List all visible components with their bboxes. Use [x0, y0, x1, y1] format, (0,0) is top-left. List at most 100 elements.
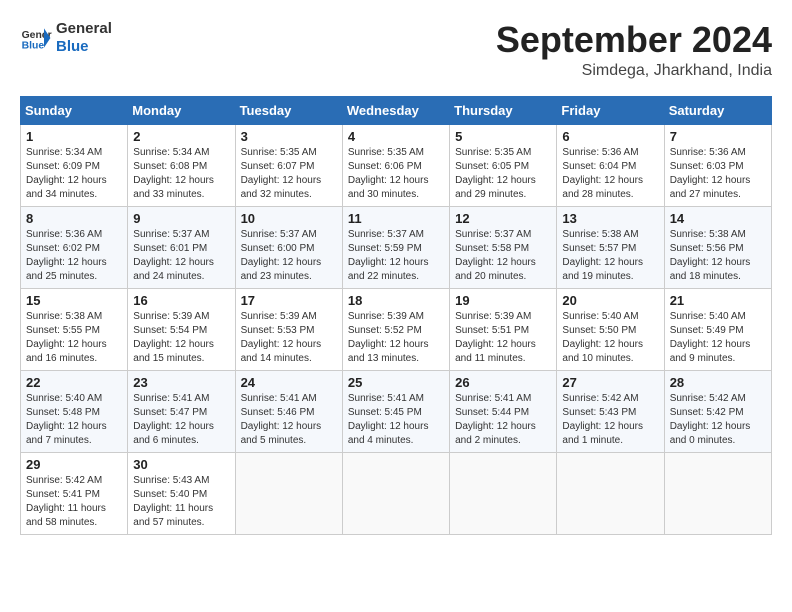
- header-saturday: Saturday: [664, 96, 771, 124]
- day-number: 4: [348, 129, 444, 144]
- day-number: 12: [455, 211, 551, 226]
- cell-info: Sunrise: 5:35 AMSunset: 6:05 PMDaylight:…: [455, 147, 536, 200]
- cell-info: Sunrise: 5:42 AMSunset: 5:42 PMDaylight:…: [670, 393, 751, 446]
- calendar-cell: 4 Sunrise: 5:35 AMSunset: 6:06 PMDayligh…: [342, 124, 449, 206]
- calendar-cell: 10 Sunrise: 5:37 AMSunset: 6:00 PMDaylig…: [235, 206, 342, 288]
- day-number: 3: [241, 129, 337, 144]
- calendar-cell: 29 Sunrise: 5:42 AMSunset: 5:41 PMDaylig…: [21, 452, 128, 534]
- cell-info: Sunrise: 5:43 AMSunset: 5:40 PMDaylight:…: [133, 475, 213, 528]
- calendar-cell: 12 Sunrise: 5:37 AMSunset: 5:58 PMDaylig…: [450, 206, 557, 288]
- title-block: September 2024 Simdega, Jharkhand, India: [496, 20, 772, 80]
- calendar-cell: 13 Sunrise: 5:38 AMSunset: 5:57 PMDaylig…: [557, 206, 664, 288]
- cell-info: Sunrise: 5:37 AMSunset: 6:00 PMDaylight:…: [241, 229, 322, 282]
- header-thursday: Thursday: [450, 96, 557, 124]
- cell-info: Sunrise: 5:34 AMSunset: 6:09 PMDaylight:…: [26, 147, 107, 200]
- day-number: 17: [241, 293, 337, 308]
- calendar-cell: 15 Sunrise: 5:38 AMSunset: 5:55 PMDaylig…: [21, 288, 128, 370]
- calendar-body: 1 Sunrise: 5:34 AMSunset: 6:09 PMDayligh…: [21, 124, 772, 534]
- cell-info: Sunrise: 5:34 AMSunset: 6:08 PMDaylight:…: [133, 147, 214, 200]
- cell-info: Sunrise: 5:35 AMSunset: 6:07 PMDaylight:…: [241, 147, 322, 200]
- day-number: 14: [670, 211, 766, 226]
- cell-info: Sunrise: 5:37 AMSunset: 6:01 PMDaylight:…: [133, 229, 214, 282]
- calendar-header-row: SundayMondayTuesdayWednesdayThursdayFrid…: [21, 96, 772, 124]
- cell-info: Sunrise: 5:42 AMSunset: 5:43 PMDaylight:…: [562, 393, 643, 446]
- day-number: 22: [26, 375, 122, 390]
- week-row-5: 29 Sunrise: 5:42 AMSunset: 5:41 PMDaylig…: [21, 452, 772, 534]
- calendar-cell: 22 Sunrise: 5:40 AMSunset: 5:48 PMDaylig…: [21, 370, 128, 452]
- day-number: 15: [26, 293, 122, 308]
- cell-info: Sunrise: 5:40 AMSunset: 5:48 PMDaylight:…: [26, 393, 107, 446]
- calendar-cell: 23 Sunrise: 5:41 AMSunset: 5:47 PMDaylig…: [128, 370, 235, 452]
- logo-blue-text: Blue: [56, 38, 89, 55]
- day-number: 19: [455, 293, 551, 308]
- cell-info: Sunrise: 5:37 AMSunset: 5:59 PMDaylight:…: [348, 229, 429, 282]
- calendar-cell: 24 Sunrise: 5:41 AMSunset: 5:46 PMDaylig…: [235, 370, 342, 452]
- calendar-cell: 25 Sunrise: 5:41 AMSunset: 5:45 PMDaylig…: [342, 370, 449, 452]
- calendar-cell: [450, 452, 557, 534]
- calendar-cell: 1 Sunrise: 5:34 AMSunset: 6:09 PMDayligh…: [21, 124, 128, 206]
- cell-info: Sunrise: 5:39 AMSunset: 5:53 PMDaylight:…: [241, 311, 322, 364]
- calendar-cell: 20 Sunrise: 5:40 AMSunset: 5:50 PMDaylig…: [557, 288, 664, 370]
- header-sunday: Sunday: [21, 96, 128, 124]
- cell-info: Sunrise: 5:42 AMSunset: 5:41 PMDaylight:…: [26, 475, 106, 528]
- cell-info: Sunrise: 5:41 AMSunset: 5:46 PMDaylight:…: [241, 393, 322, 446]
- calendar-cell: 3 Sunrise: 5:35 AMSunset: 6:07 PMDayligh…: [235, 124, 342, 206]
- calendar-table: SundayMondayTuesdayWednesdayThursdayFrid…: [20, 96, 772, 535]
- cell-info: Sunrise: 5:39 AMSunset: 5:54 PMDaylight:…: [133, 311, 214, 364]
- calendar-cell: 16 Sunrise: 5:39 AMSunset: 5:54 PMDaylig…: [128, 288, 235, 370]
- day-number: 8: [26, 211, 122, 226]
- logo: General Blue General Blue: [20, 20, 112, 56]
- cell-info: Sunrise: 5:35 AMSunset: 6:06 PMDaylight:…: [348, 147, 429, 200]
- calendar-cell: 17 Sunrise: 5:39 AMSunset: 5:53 PMDaylig…: [235, 288, 342, 370]
- cell-info: Sunrise: 5:38 AMSunset: 5:55 PMDaylight:…: [26, 311, 107, 364]
- week-row-1: 1 Sunrise: 5:34 AMSunset: 6:09 PMDayligh…: [21, 124, 772, 206]
- day-number: 23: [133, 375, 229, 390]
- cell-info: Sunrise: 5:38 AMSunset: 5:56 PMDaylight:…: [670, 229, 751, 282]
- calendar-cell: 27 Sunrise: 5:42 AMSunset: 5:43 PMDaylig…: [557, 370, 664, 452]
- calendar-cell: 6 Sunrise: 5:36 AMSunset: 6:04 PMDayligh…: [557, 124, 664, 206]
- calendar-cell: 5 Sunrise: 5:35 AMSunset: 6:05 PMDayligh…: [450, 124, 557, 206]
- cell-info: Sunrise: 5:41 AMSunset: 5:45 PMDaylight:…: [348, 393, 429, 446]
- calendar-cell: 11 Sunrise: 5:37 AMSunset: 5:59 PMDaylig…: [342, 206, 449, 288]
- day-number: 7: [670, 129, 766, 144]
- day-number: 25: [348, 375, 444, 390]
- cell-info: Sunrise: 5:36 AMSunset: 6:03 PMDaylight:…: [670, 147, 751, 200]
- page-header: General Blue General Blue September 2024…: [20, 20, 772, 80]
- calendar-cell: [664, 452, 771, 534]
- day-number: 2: [133, 129, 229, 144]
- day-number: 30: [133, 457, 229, 472]
- day-number: 6: [562, 129, 658, 144]
- day-number: 18: [348, 293, 444, 308]
- day-number: 27: [562, 375, 658, 390]
- day-number: 20: [562, 293, 658, 308]
- day-number: 11: [348, 211, 444, 226]
- calendar-cell: [342, 452, 449, 534]
- cell-info: Sunrise: 5:41 AMSunset: 5:44 PMDaylight:…: [455, 393, 536, 446]
- logo-icon: General Blue: [20, 22, 52, 54]
- cell-info: Sunrise: 5:39 AMSunset: 5:51 PMDaylight:…: [455, 311, 536, 364]
- day-number: 10: [241, 211, 337, 226]
- day-number: 24: [241, 375, 337, 390]
- calendar-cell: 30 Sunrise: 5:43 AMSunset: 5:40 PMDaylig…: [128, 452, 235, 534]
- day-number: 16: [133, 293, 229, 308]
- day-number: 13: [562, 211, 658, 226]
- cell-info: Sunrise: 5:36 AMSunset: 6:02 PMDaylight:…: [26, 229, 107, 282]
- calendar-cell: 8 Sunrise: 5:36 AMSunset: 6:02 PMDayligh…: [21, 206, 128, 288]
- day-number: 5: [455, 129, 551, 144]
- month-year: September 2024: [496, 20, 772, 60]
- cell-info: Sunrise: 5:38 AMSunset: 5:57 PMDaylight:…: [562, 229, 643, 282]
- svg-text:Blue: Blue: [22, 40, 45, 51]
- calendar-cell: 28 Sunrise: 5:42 AMSunset: 5:42 PMDaylig…: [664, 370, 771, 452]
- header-monday: Monday: [128, 96, 235, 124]
- cell-info: Sunrise: 5:39 AMSunset: 5:52 PMDaylight:…: [348, 311, 429, 364]
- logo-general-text: General: [56, 20, 112, 37]
- week-row-2: 8 Sunrise: 5:36 AMSunset: 6:02 PMDayligh…: [21, 206, 772, 288]
- location: Simdega, Jharkhand, India: [496, 62, 772, 80]
- header-tuesday: Tuesday: [235, 96, 342, 124]
- day-number: 29: [26, 457, 122, 472]
- week-row-3: 15 Sunrise: 5:38 AMSunset: 5:55 PMDaylig…: [21, 288, 772, 370]
- cell-info: Sunrise: 5:37 AMSunset: 5:58 PMDaylight:…: [455, 229, 536, 282]
- day-number: 21: [670, 293, 766, 308]
- day-number: 26: [455, 375, 551, 390]
- calendar-cell: 26 Sunrise: 5:41 AMSunset: 5:44 PMDaylig…: [450, 370, 557, 452]
